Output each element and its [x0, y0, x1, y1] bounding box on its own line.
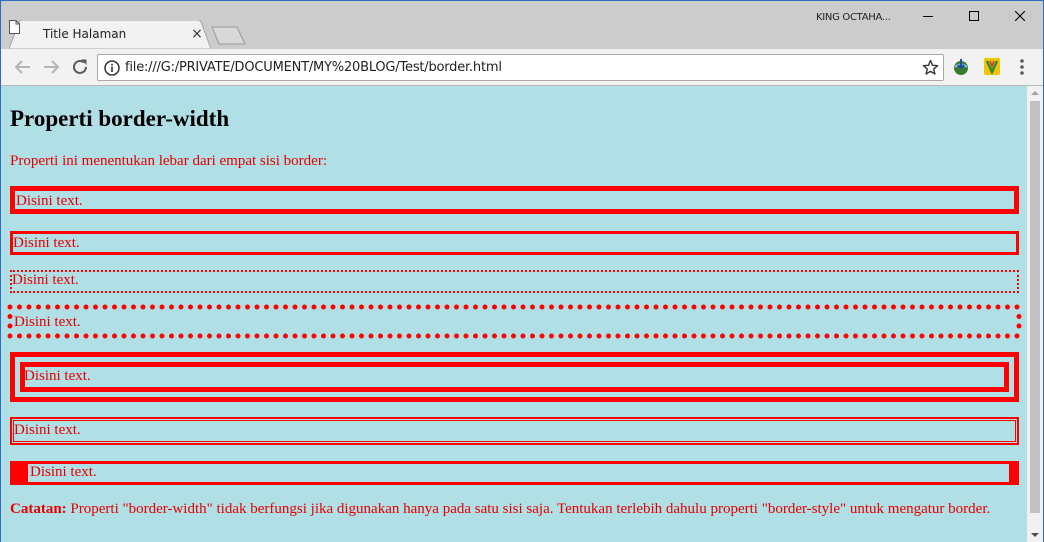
inner-border [13, 420, 1016, 442]
box-text: Disini text. [13, 235, 80, 251]
box-text: Disini text. [30, 464, 97, 480]
note-paragraph: Catatan: Properti "border-width" tidak b… [10, 500, 1015, 518]
close-tab-icon[interactable]: × [189, 26, 205, 42]
border-box-medium-solid: Disini text. [10, 231, 1019, 255]
box-text: Disini text. [14, 314, 81, 330]
forward-arrow-icon[interactable] [42, 58, 60, 76]
note-label: Catatan: [10, 501, 67, 517]
scroll-up-icon[interactable] [1027, 86, 1043, 100]
title-bar: Title Halaman × KING OCTAHA... [1, 1, 1043, 49]
box-text: Disini text. [14, 422, 81, 438]
address-bar[interactable]: file:///G:/PRIVATE/DOCUMENT/MY%20BLOG/Te… [97, 54, 944, 81]
browser-window: Title Halaman × KING OCTAHA... file:///G… [0, 0, 1044, 542]
minimize-button[interactable] [905, 1, 951, 31]
border-box-mixed-widths: Disini text. [10, 461, 1019, 485]
url-text[interactable]: file:///G:/PRIVATE/DOCUMENT/MY%20BLOG/Te… [125, 60, 502, 75]
scrollbar-thumb[interactable] [1030, 101, 1040, 513]
border-box-thick-solid: Disini text. [10, 186, 1019, 214]
page-content: Properti border-width Properti ini menen… [1, 86, 1027, 542]
info-icon[interactable] [104, 60, 120, 76]
vertical-scrollbar[interactable] [1027, 86, 1043, 542]
border-box-dotted: Disini text. [10, 270, 1019, 293]
minimize-icon [923, 16, 933, 17]
note-text: Properti "border-width" tidak berfungsi … [66, 501, 991, 517]
box-text: Disini text. [16, 193, 83, 209]
maximize-button[interactable] [951, 1, 997, 31]
menu-icon[interactable] [1016, 58, 1028, 76]
border-box-double-thick: Disini text. [10, 352, 1019, 402]
border-box-double-thin: Disini text. [10, 417, 1019, 445]
reload-icon[interactable] [71, 58, 89, 76]
mixed-border [10, 461, 1019, 485]
box-text: Disini text. [24, 368, 91, 384]
toolbar: file:///G:/PRIVATE/DOCUMENT/MY%20BLOG/Te… [1, 49, 1043, 86]
tab-active[interactable]: Title Halaman × [9, 20, 211, 49]
page-icon [9, 20, 20, 34]
close-window-button[interactable] [997, 1, 1043, 31]
extension-icon[interactable] [952, 58, 970, 76]
new-tab-button[interactable] [211, 26, 247, 46]
scroll-down-icon[interactable] [1027, 528, 1043, 542]
back-arrow-icon[interactable] [14, 58, 32, 76]
border-box-thick-dotted: Disini text. [7, 304, 1022, 339]
tab-title: Title Halaman [43, 27, 127, 41]
star-icon[interactable] [922, 59, 939, 76]
maximize-icon [969, 11, 979, 21]
page-heading: Properti border-width [10, 106, 230, 131]
close-icon [1015, 11, 1025, 21]
inner-border [20, 362, 1009, 392]
profile-name[interactable]: KING OCTAHA... [816, 12, 891, 23]
extension-v-icon[interactable] [984, 58, 1000, 75]
intro-text: Properti ini menentukan lebar dari empat… [10, 153, 327, 169]
box-text: Disini text. [12, 272, 79, 288]
